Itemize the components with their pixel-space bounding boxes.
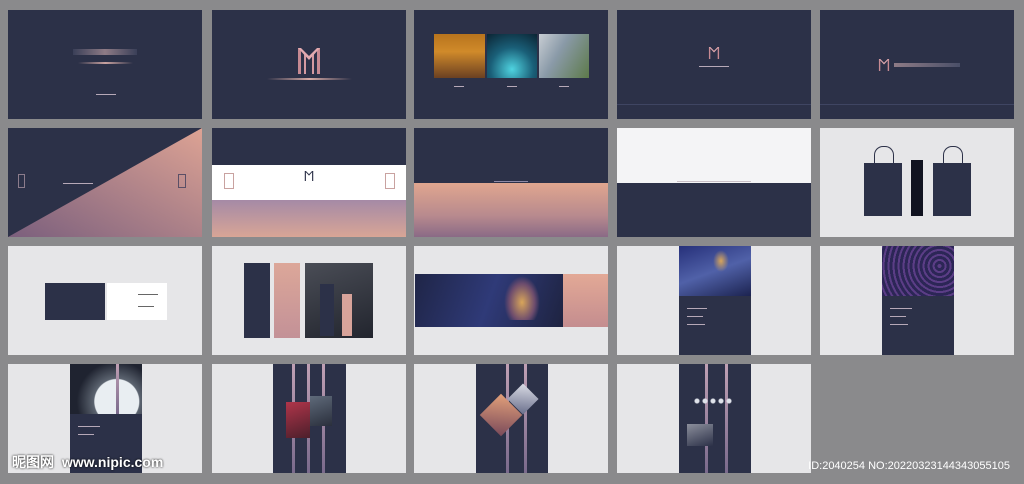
tile-r3-c4: [617, 246, 811, 355]
tile-r3-c1: [8, 246, 202, 355]
banner-pink: [274, 263, 300, 338]
caption-line: [96, 94, 116, 95]
tile-r4-c2: [212, 364, 406, 473]
emblem-left: [224, 173, 234, 189]
business-card-back: [107, 283, 167, 320]
m-monogram-icon: [298, 48, 320, 74]
shopping-bag-side: [911, 160, 923, 216]
m-monogram-icon: [708, 47, 720, 59]
city-sunset-image: [434, 34, 485, 78]
caption: [507, 86, 517, 87]
card-text: [138, 306, 154, 307]
gradient-band: [414, 183, 608, 237]
bottom-rule: [617, 104, 811, 105]
tile-r2-c1: [8, 128, 202, 237]
decor-stripe: [524, 364, 527, 473]
signage-photo: [305, 263, 373, 338]
poster-image: [687, 424, 713, 446]
tile-r4-c3: [414, 364, 608, 473]
caption: [559, 86, 569, 87]
m-monogram-icon: [304, 171, 314, 181]
poster-text: [78, 426, 100, 427]
poster-text: [890, 324, 908, 325]
horizon-glow: [78, 62, 133, 64]
emblem-right: [385, 173, 395, 189]
title-bar: [894, 63, 960, 67]
shopping-bag: [864, 163, 902, 216]
shopping-bag: [933, 163, 971, 216]
billboard: [415, 274, 563, 327]
white-band: [617, 128, 811, 183]
title-bar: [73, 49, 137, 55]
tile-r3-c5: [820, 246, 1014, 355]
poster-text: [687, 324, 705, 325]
poster-text: [890, 308, 912, 309]
site-watermark: 昵图网 www.nipic.com: [12, 452, 163, 472]
signage-post: [342, 294, 352, 336]
horizon-glow: [267, 78, 352, 80]
bag-handle: [943, 146, 963, 165]
decor-stripe: [705, 364, 708, 473]
tile-r3-c3: [414, 246, 608, 355]
poster-art: [713, 250, 729, 272]
m-monogram-icon: [878, 59, 890, 71]
tile-r2-c3: [414, 128, 608, 237]
site-logo: 昵图网: [12, 454, 54, 470]
tile-r2-c5: [820, 128, 1014, 237]
poster-text: [78, 434, 94, 435]
brand-text: [63, 183, 93, 184]
poster-image: [286, 402, 310, 438]
diagonal-gradient: [8, 128, 202, 237]
card-text: [138, 294, 158, 295]
brand-text: [494, 181, 528, 182]
tile-r4-c4: [617, 364, 811, 473]
brand-text: [677, 181, 751, 182]
tile-r1-c1: [8, 10, 202, 119]
poster-text: [687, 308, 707, 309]
tile-r2-c4: [617, 128, 811, 237]
poster-text: [890, 316, 906, 317]
moon-phases: [693, 398, 733, 404]
bottom-rule: [820, 104, 1014, 105]
tile-r1-c3: [414, 10, 608, 119]
billboard-panel: [563, 274, 608, 327]
clock-image: [70, 364, 142, 414]
bag-handle: [874, 146, 894, 165]
decor-stripe: [725, 364, 728, 473]
building-image: [539, 34, 589, 78]
poster: [679, 364, 751, 473]
poster-image: [310, 396, 332, 426]
poster-image: [882, 246, 954, 296]
billboard-art: [504, 276, 540, 320]
caption: [454, 86, 464, 87]
tile-r1-c5: [820, 10, 1014, 119]
business-card-front: [45, 283, 105, 320]
tile-r3-c2: [212, 246, 406, 355]
vertical-emblem: [178, 174, 186, 188]
image-id-label: ID:2040254 NO:20220323144343055105: [808, 460, 1010, 472]
site-url: www.nipic.com: [61, 454, 164, 470]
tile-r1-c4: [617, 10, 811, 119]
signage-post: [320, 284, 334, 336]
banner-navy: [244, 263, 270, 338]
decor-stripe: [116, 364, 119, 414]
tile-r2-c2: [212, 128, 406, 237]
vertical-emblem: [18, 174, 25, 188]
light-tunnel-image: [487, 34, 537, 78]
gradient-band: [212, 200, 406, 237]
tile-r1-c2: [212, 10, 406, 119]
tagline: [699, 66, 729, 67]
poster-text: [687, 316, 703, 317]
